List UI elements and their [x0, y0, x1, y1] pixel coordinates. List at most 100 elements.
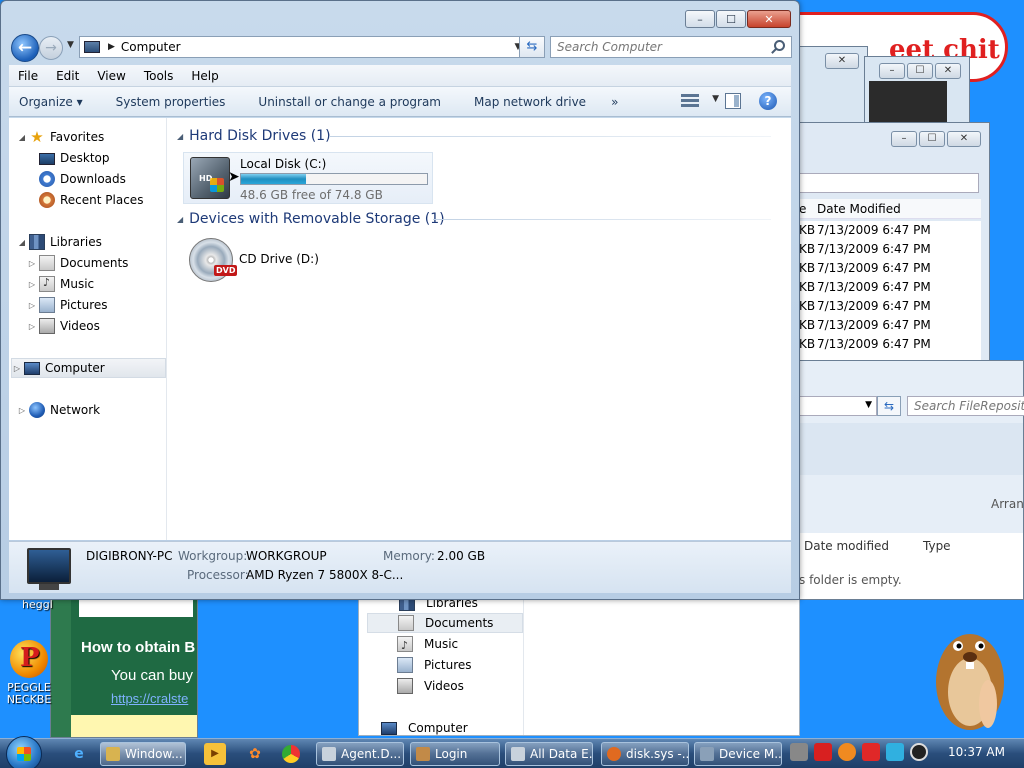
sidebar-item-music[interactable]: ▷ Music — [27, 274, 94, 294]
breadcrumb-separator-icon[interactable]: ▶ — [108, 42, 115, 52]
close-icon[interactable]: ✕ — [935, 63, 961, 79]
arrange-by-label[interactable]: Arrang — [991, 497, 1024, 511]
page-link[interactable]: https://cralste — [111, 691, 188, 706]
minimize-button[interactable]: – — [685, 10, 715, 28]
expand-arrow-icon[interactable]: ▷ — [17, 406, 27, 415]
clock[interactable]: 10:37 AM — [948, 745, 1005, 759]
map-network-drive-button[interactable]: Map network drive — [456, 95, 601, 109]
maximize-icon[interactable]: ☐ — [907, 63, 933, 79]
type-column[interactable]: Type — [923, 539, 951, 553]
background-filerepository-window[interactable]: ▼ ⇆ Search FileRepository Arrang Date mo… — [798, 360, 1024, 600]
volume-icon[interactable] — [910, 743, 928, 761]
search-box[interactable] — [550, 36, 792, 58]
date-modified-column[interactable]: Date Modified — [817, 202, 901, 216]
table-row[interactable]: KB 7/13/2009 6:47 PM — [799, 278, 981, 297]
taskbar-button-device-manager[interactable]: Device M... — [694, 742, 782, 766]
table-row[interactable]: KB 7/13/2009 6:47 PM — [799, 259, 981, 278]
collapse-arrow-icon[interactable]: ◢ — [177, 215, 183, 224]
search-input[interactable] — [551, 37, 761, 57]
collapse-arrow-icon[interactable]: ◢ — [177, 132, 183, 141]
flag-icon[interactable] — [862, 743, 880, 761]
search-input[interactable]: Search FileRepository — [907, 396, 1024, 416]
group-header-removable-storage[interactable]: ◢ Devices with Removable Storage (1) — [177, 209, 445, 229]
refresh-icon[interactable]: ⇆ — [877, 396, 901, 416]
minimize-icon[interactable]: – — [891, 131, 917, 147]
sidebar-item-network[interactable]: ▷ Network — [17, 400, 100, 420]
expand-arrow-icon[interactable]: ▷ — [27, 301, 37, 310]
taskbar-button-window[interactable]: Window... — [100, 742, 186, 766]
background-webpage-window[interactable]: How to obtain B You can buy https://cral… — [50, 598, 198, 738]
sidebar-item-libraries[interactable]: ◢ Libraries — [17, 232, 102, 252]
close-icon[interactable]: ✕ — [947, 131, 981, 147]
more-commands-button[interactable]: » — [601, 95, 628, 109]
change-view-icon[interactable] — [681, 94, 699, 108]
sidebar-item-recent-places[interactable]: Recent Places — [39, 190, 143, 210]
help-icon[interactable]: ? — [759, 92, 777, 110]
sidebar-item-desktop[interactable]: Desktop — [39, 148, 110, 168]
sidebar-item-documents[interactable]: Documents — [367, 613, 523, 633]
sidebar-item-documents[interactable]: ▷ Documents — [27, 253, 128, 273]
network-tray-icon[interactable] — [886, 743, 904, 761]
table-row[interactable]: KB 7/13/2009 6:47 PM — [799, 221, 981, 240]
breadcrumb[interactable]: Computer — [121, 40, 510, 54]
media-player-icon[interactable]: ▶ — [204, 743, 226, 765]
computer-explorer-window[interactable]: – ☐ ✕ ← → ▼ ▶ Computer ▼ ⇆ File Edit Vie… — [0, 0, 800, 600]
search-icon[interactable] — [774, 40, 785, 51]
sidebar-item-computer[interactable]: ▷ Computer — [11, 358, 166, 378]
sidebar-item-computer[interactable]: Computer — [381, 718, 468, 738]
minimize-icon[interactable]: – — [879, 63, 905, 79]
sidebar-item-favorites[interactable]: ◢ ★ Favorites — [17, 127, 104, 147]
sidebar-item-videos[interactable]: ▷ Videos — [27, 316, 100, 336]
app-icon[interactable]: ✿ — [244, 743, 266, 765]
chrome-icon[interactable] — [282, 745, 300, 763]
menu-file[interactable]: File — [9, 69, 47, 83]
search-input[interactable] — [799, 173, 979, 193]
sidebar-item-music[interactable]: Music — [397, 634, 458, 656]
date-modified-column[interactable]: Date modified — [804, 539, 889, 553]
start-button[interactable] — [6, 736, 42, 768]
sidebar-item-downloads[interactable]: Downloads — [39, 169, 126, 189]
organize-button[interactable]: Organize ▾ — [9, 95, 98, 109]
maximize-icon[interactable]: ☐ — [919, 131, 945, 147]
search-tray-icon[interactable] — [838, 743, 856, 761]
uninstall-program-button[interactable]: Uninstall or change a program — [240, 95, 456, 109]
view-options-dropdown-icon[interactable]: ▼ — [712, 94, 719, 104]
expand-arrow-icon[interactable]: ▷ — [27, 280, 37, 289]
taskbar-button-disk-sys[interactable]: disk.sys -... — [601, 742, 689, 766]
taskbar-button-login[interactable]: Login — [410, 742, 500, 766]
expand-arrow-icon[interactable]: ▷ — [27, 259, 37, 268]
table-row[interactable]: KB 7/13/2009 6:47 PM — [799, 297, 981, 316]
sidebar-item-pictures[interactable]: Pictures — [397, 655, 472, 675]
address-dropdown[interactable]: ▼ — [799, 396, 877, 416]
drive-item-local-disk-c[interactable]: HD Local Disk (C:) 48.6 GB free of 74.8 … — [183, 152, 433, 204]
refresh-button[interactable]: ⇆ — [519, 36, 545, 58]
system-properties-button[interactable]: System properties — [98, 95, 241, 109]
maximize-button[interactable]: ☐ — [716, 10, 746, 28]
close-button[interactable]: ✕ — [747, 10, 791, 28]
table-row[interactable]: KB 7/13/2009 6:47 PM — [799, 335, 981, 354]
desktop-icon-peggle[interactable]: PEGGLE NECKBE — [6, 640, 52, 706]
sidebar-item-videos[interactable]: Videos — [397, 676, 464, 696]
collapse-arrow-icon[interactable]: ◢ — [17, 238, 27, 247]
expand-arrow-icon[interactable]: ▷ — [12, 364, 22, 373]
menu-edit[interactable]: Edit — [47, 69, 88, 83]
back-button[interactable]: ← — [11, 34, 39, 62]
background-explorer-window[interactable]: Libraries Documents Music Pictures Video… — [358, 595, 800, 738]
drive-item-cd-drive-d[interactable]: DVD CD Drive (D:) — [183, 238, 433, 284]
preview-pane-icon[interactable] — [725, 93, 741, 109]
antivirus-icon[interactable] — [814, 743, 832, 761]
address-bar[interactable]: ▶ Computer ▼ — [79, 36, 527, 58]
menu-tools[interactable]: Tools — [135, 69, 183, 83]
menu-help[interactable]: Help — [182, 69, 227, 83]
background-window-1[interactable]: ✕ — [798, 46, 868, 126]
tray-app-icon[interactable] — [790, 743, 808, 761]
expand-arrow-icon[interactable]: ▷ — [27, 322, 37, 331]
collapse-arrow-icon[interactable]: ◢ — [17, 133, 27, 142]
sidebar-item-pictures[interactable]: ▷ Pictures — [27, 295, 108, 315]
background-file-window[interactable]: – ☐ ✕ e Date Modified KB 7/13/2009 6:47 P… — [798, 122, 990, 362]
close-icon[interactable]: ✕ — [825, 53, 859, 69]
internet-explorer-icon[interactable]: e — [68, 743, 90, 765]
recent-pages-dropdown-icon[interactable]: ▼ — [67, 40, 74, 50]
table-row[interactable]: KB 7/13/2009 6:47 PM — [799, 316, 981, 335]
menu-view[interactable]: View — [88, 69, 134, 83]
